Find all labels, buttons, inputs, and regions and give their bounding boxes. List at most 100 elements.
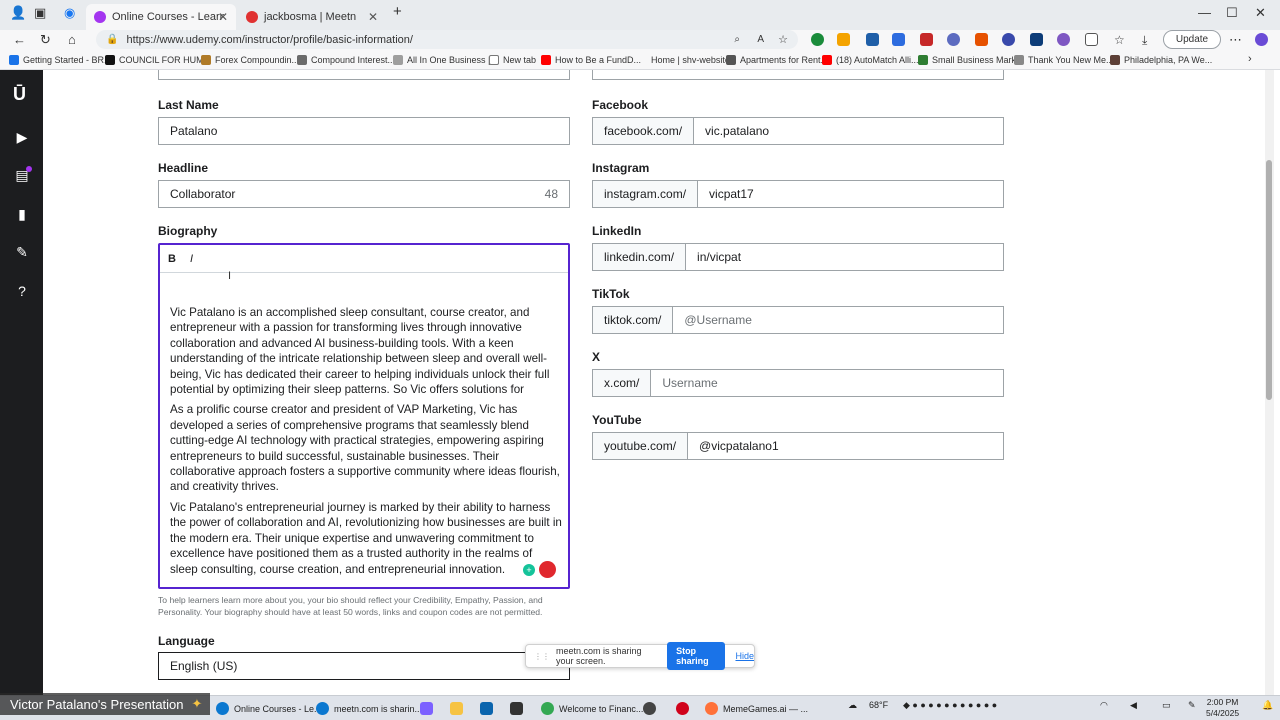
zoom-icon[interactable]: ⌕	[734, 34, 740, 45]
language-label: Language	[158, 634, 215, 648]
bold-button[interactable]: B	[168, 253, 176, 265]
first-name-field-partial[interactable]	[158, 70, 570, 80]
bookmark-item[interactable]: Small Business Mark...	[918, 55, 1024, 65]
address-bar[interactable]: 🔒 https://www.udemy.com/instructor/profi…	[96, 30, 798, 49]
bookmark-item[interactable]: Compound Interest...	[297, 55, 395, 65]
favorite-star-icon[interactable]: ☆	[778, 33, 788, 46]
tab-udemy[interactable]: Online Courses - Learn Anything, ✕	[86, 4, 236, 30]
extension-icon[interactable]	[837, 33, 850, 46]
tab-meetn[interactable]: jackbosma | Meetn ✕	[238, 4, 386, 30]
extensions-puzzle-icon[interactable]	[1085, 33, 1098, 46]
tools-icon[interactable]: ✎	[14, 244, 30, 260]
bookmark-item[interactable]: (18) AutoMatch Alli...	[822, 55, 919, 65]
extension-icon[interactable]	[1002, 33, 1015, 46]
outlook-icon[interactable]	[480, 699, 498, 718]
update-button[interactable]: Update	[1163, 30, 1221, 49]
linkedin-prefix: linkedin.com/	[593, 244, 687, 270]
dell-icon[interactable]	[643, 699, 661, 718]
courses-icon[interactable]: ▶	[14, 129, 30, 145]
instagram-input[interactable]: instagram.com/ vicpat17	[592, 180, 1004, 208]
maximize-icon[interactable]: ☐	[1226, 5, 1238, 21]
stop-sharing-button[interactable]: Stop sharing	[667, 642, 726, 670]
italic-button[interactable]: I	[190, 253, 193, 265]
taskbar-item-firefox[interactable]: MemeGames.ai — ...	[705, 699, 808, 718]
read-aloud-icon[interactable]: A	[757, 34, 764, 45]
bookmark-item[interactable]: All In One Business |...	[393, 55, 498, 65]
bookmark-favicon-icon	[201, 55, 211, 65]
taskbar-item-udemy[interactable]: Online Courses - Le...	[216, 699, 322, 718]
window-close-icon[interactable]: ✕	[1255, 5, 1266, 21]
headline-input[interactable]: Collaborator 48	[158, 180, 570, 208]
profile-icon[interactable]: 👤	[10, 5, 26, 21]
biography-text[interactable]: Vic Patalano is an accomplished sleep co…	[170, 305, 562, 582]
bookmark-item[interactable]: Apartments for Rent...	[726, 55, 828, 65]
battery-icon[interactable]: ▭	[1162, 700, 1171, 711]
hide-link[interactable]: Hide	[735, 651, 754, 661]
extension-icon[interactable]	[892, 33, 905, 46]
extension-icon[interactable]	[947, 33, 960, 46]
close-tab-icon[interactable]: ✕	[368, 10, 378, 24]
taskbar-item-chrome[interactable]: Welcome to Financ...	[541, 699, 643, 718]
home-icon[interactable]: ⌂	[68, 32, 76, 47]
scrollbar-thumb[interactable]	[1266, 160, 1272, 400]
extension-icon[interactable]	[866, 33, 879, 46]
bookmark-item[interactable]: Philadelphia, PA We...	[1110, 55, 1212, 65]
extension-icon[interactable]	[920, 33, 933, 46]
bookmark-item[interactable]: Getting Started - BR...	[9, 55, 112, 65]
extension-icon[interactable]	[1030, 33, 1043, 46]
pen-icon[interactable]: ✎	[1188, 700, 1196, 711]
bookmark-item[interactable]: COUNCIL FOR HUM...	[105, 55, 211, 65]
language-select[interactable]: English (US)	[158, 652, 570, 680]
weather-temp: 68°F	[869, 700, 889, 710]
close-tab-icon[interactable]: ✕	[218, 10, 228, 24]
share-message: meetn.com is sharing your screen.	[556, 646, 642, 666]
drag-handle-icon[interactable]: ⋮⋮	[534, 652, 550, 661]
wifi-icon[interactable]: ◠	[1100, 700, 1108, 711]
copilot-taskbar-icon[interactable]	[420, 699, 438, 718]
chevron-right-icon[interactable]: ›	[1248, 53, 1252, 65]
new-tab-icon[interactable]: +	[393, 3, 402, 20]
help-icon[interactable]: ?	[14, 283, 30, 299]
favorites-icon[interactable]: ☆	[1114, 33, 1127, 47]
messenger-icon[interactable]: ◉	[64, 5, 75, 21]
assistant-status-icon[interactable]	[539, 561, 556, 578]
file-explorer-icon[interactable]	[450, 699, 468, 718]
youtube-input[interactable]: youtube.com/ @vicpatalano1	[592, 432, 1004, 460]
volume-icon[interactable]: ◀	[1130, 700, 1137, 711]
bookmark-favicon-icon	[637, 55, 647, 65]
notifications-icon[interactable]: 🔔	[1262, 700, 1273, 711]
taskbar-item-meetn[interactable]: meetn.com is sharin...	[316, 699, 422, 718]
last-name-input[interactable]: Patalano	[158, 117, 570, 145]
bookmark-item[interactable]: Home | shv-website	[637, 55, 730, 65]
extension-icon[interactable]	[975, 33, 988, 46]
facebook-input[interactable]: facebook.com/ vic.patalano	[592, 117, 1004, 145]
extension-grammarly-icon[interactable]	[811, 33, 824, 46]
calendar-icon[interactable]	[510, 699, 528, 718]
performance-icon[interactable]: ▮	[14, 206, 30, 222]
biography-toolbar: B I	[160, 245, 568, 273]
downloads-icon[interactable]: ⤓	[1142, 33, 1155, 47]
website-field-partial[interactable]	[592, 70, 1004, 80]
tray-icons[interactable]: ◆ ● ● ● ● ● ● ● ● ● ● ●	[903, 700, 997, 711]
biography-editor[interactable]: B I I Vic Patalano is an accomplished sl…	[158, 243, 570, 589]
extension-icon[interactable]	[1057, 33, 1070, 46]
bookmark-item[interactable]: Forex Compoundin...	[201, 55, 299, 65]
bookmark-item[interactable]: How to Be a FundD...	[541, 55, 641, 65]
linkedin-input[interactable]: linkedin.com/ in/vicpat	[592, 243, 1004, 271]
tab-actions-icon[interactable]: ▣	[34, 5, 46, 21]
grammarly-icon[interactable]: +	[523, 563, 535, 576]
refresh-icon[interactable]: ↻	[40, 32, 51, 48]
edge-icon	[216, 702, 229, 715]
bookmark-item[interactable]: Thank You New Me...	[1014, 55, 1114, 65]
opera-icon[interactable]	[676, 699, 694, 718]
tiktok-input[interactable]: tiktok.com/ @Username	[592, 306, 1004, 334]
copilot-icon[interactable]	[1255, 33, 1268, 46]
minimize-icon[interactable]: —	[1198, 5, 1211, 20]
more-menu-icon[interactable]: ⋯	[1229, 32, 1242, 48]
weather-icon[interactable]: ☁	[848, 700, 857, 711]
bookmark-item[interactable]: New tab	[489, 55, 536, 65]
x-input[interactable]: x.com/ Username	[592, 369, 1004, 397]
system-clock[interactable]: 2:00 PM 5/4/2025	[1206, 697, 1239, 719]
udemy-logo-icon[interactable]: Ū	[13, 84, 26, 105]
back-icon[interactable]: ←	[13, 32, 26, 47]
